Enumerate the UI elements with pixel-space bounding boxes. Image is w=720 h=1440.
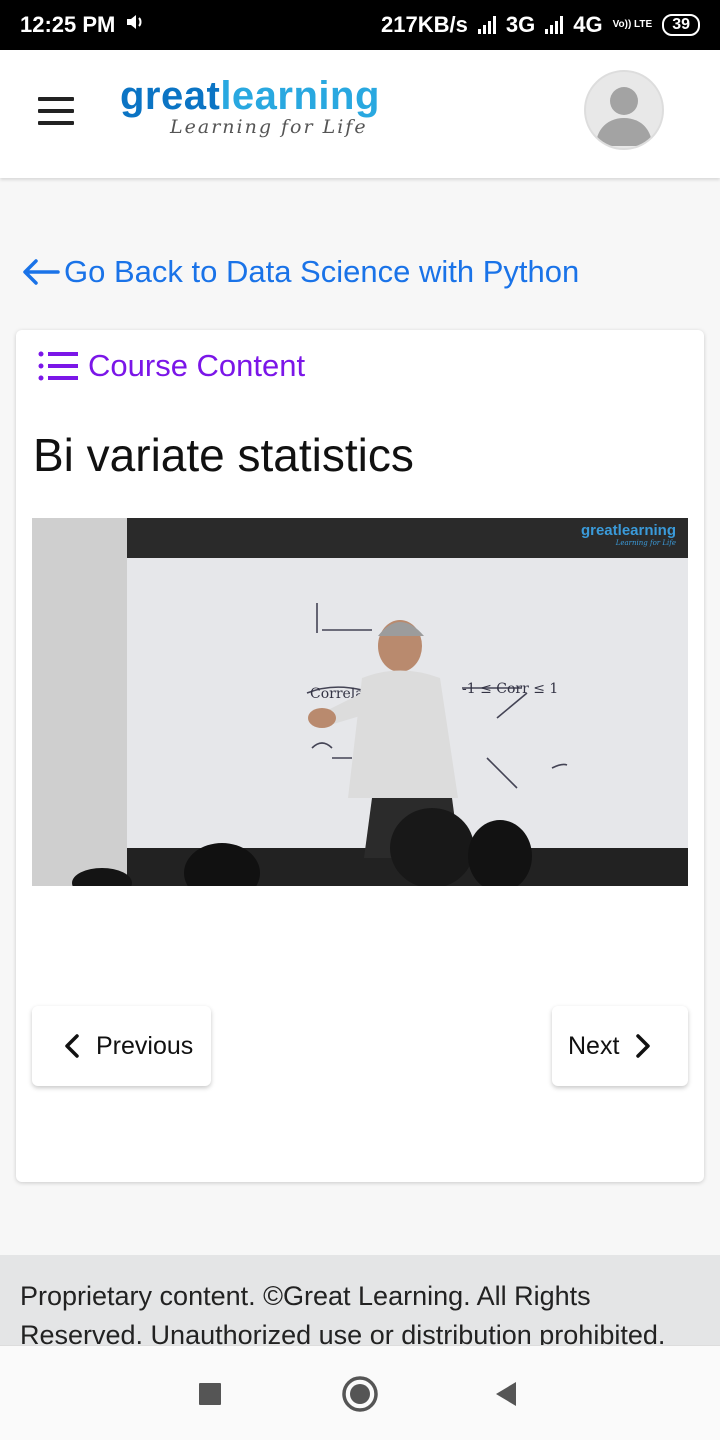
- user-avatar-icon[interactable]: [584, 70, 664, 150]
- lecture-video-frame: Correlation -1 ≤ Corr ≤ 1: [32, 518, 688, 886]
- video-watermark-tag: Learning for Life: [615, 539, 676, 547]
- volte-indicator: Vo)) LTE: [612, 19, 653, 30]
- video-watermark-main: greatlearning: [580, 522, 676, 539]
- video-player[interactable]: Correlation -1 ≤ Corr ≤ 1 greatlearning …: [32, 518, 688, 886]
- network-type-1: 3G: [505, 12, 536, 37]
- chevron-left-icon: [65, 1034, 79, 1058]
- previous-label: Previous: [96, 1031, 194, 1060]
- logo-tagline: Learning for Life: [170, 116, 368, 138]
- list-icon: [38, 351, 78, 381]
- svg-text:-1 ≤ Corr ≤ 1: -1 ≤ Corr ≤ 1: [462, 681, 558, 697]
- logo-text-learning: learning: [220, 74, 380, 118]
- previous-button[interactable]: Previous: [32, 1006, 211, 1086]
- signal-icon: [477, 16, 496, 34]
- network-speed: 217KB/s: [381, 12, 468, 37]
- home-circle-icon[interactable]: [341, 1375, 379, 1418]
- logo-text-great: great: [120, 74, 221, 118]
- recents-square-icon[interactable]: [198, 1382, 222, 1411]
- course-content-toggle[interactable]: Course Content: [38, 348, 305, 384]
- lesson-title: Bi variate statistics: [33, 429, 414, 481]
- back-triangle-icon[interactable]: [494, 1381, 518, 1412]
- video-watermark: greatlearning Learning for Life: [581, 522, 676, 547]
- network-type-2: 4G: [573, 12, 603, 37]
- arrow-left-icon: [23, 259, 60, 285]
- copyright-text: Proprietary content. ©Great Learning. Al…: [20, 1281, 666, 1345]
- battery-indicator: 39: [662, 14, 700, 36]
- back-to-course-link[interactable]: Go Back to Data Science with Python: [22, 254, 579, 290]
- chevron-right-icon: [636, 1034, 651, 1058]
- course-content-label: Course Content: [88, 348, 306, 383]
- app-header: greatlearning Learning for Life: [0, 50, 720, 178]
- brand-logo[interactable]: greatlearning Learning for Life: [120, 72, 380, 138]
- status-bar: 12:25 PM 217KB/s 3G 4G Vo)) LTE 39: [0, 0, 720, 50]
- hamburger-menu-icon[interactable]: [38, 97, 74, 125]
- lesson-card: Course Content Bi variate statistics Cor…: [16, 330, 704, 1182]
- footer: Proprietary content. ©Great Learning. Al…: [0, 1255, 720, 1345]
- back-link-label: Go Back to Data Science with Python: [64, 254, 580, 289]
- next-label: Next: [568, 1031, 620, 1060]
- system-nav-bar: [0, 1345, 720, 1440]
- volume-icon: [125, 12, 147, 38]
- next-button[interactable]: Next: [552, 1006, 688, 1086]
- status-time: 12:25 PM: [20, 12, 116, 37]
- signal-icon-2: [545, 16, 564, 34]
